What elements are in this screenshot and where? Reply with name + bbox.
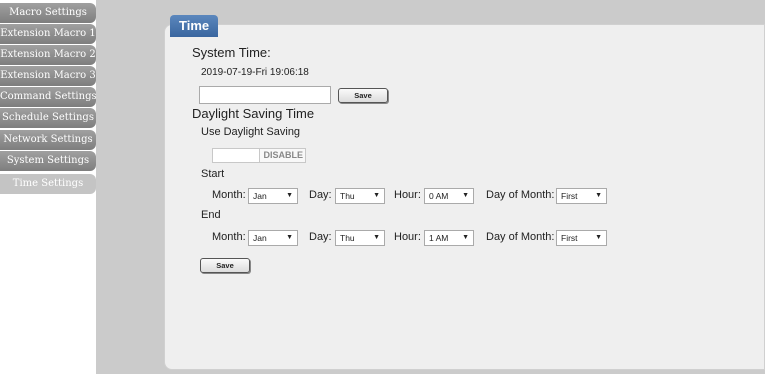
dst-heading: Daylight Saving Time bbox=[192, 106, 315, 121]
sidebar-item-command-settings[interactable]: Command Settings bbox=[0, 87, 96, 107]
dst-toggle-state: DISABLE bbox=[263, 150, 303, 160]
start-hour-value: 0 AM bbox=[429, 191, 449, 201]
start-month-select[interactable]: Jan ▼ bbox=[248, 188, 298, 204]
start-month-value: Jan bbox=[253, 191, 267, 201]
dst-toggle[interactable]: DISABLE bbox=[212, 148, 306, 163]
dst-toggle-knob bbox=[213, 149, 260, 162]
sidebar-item-schedule-settings[interactable]: Schedule Settings bbox=[0, 108, 96, 128]
sidebar-item-extension-macro-1[interactable]: Extension Macro 1 bbox=[0, 24, 96, 44]
end-month-value: Jan bbox=[253, 233, 267, 243]
start-dom-value: First bbox=[561, 191, 578, 201]
start-day-label: Day: bbox=[309, 189, 332, 201]
end-hour-select[interactable]: 1 AM ▼ bbox=[424, 230, 474, 246]
chevron-down-icon: ▼ bbox=[462, 192, 469, 199]
chevron-down-icon: ▼ bbox=[595, 192, 602, 199]
chevron-down-icon: ▼ bbox=[286, 192, 293, 199]
start-month-label: Month: bbox=[212, 189, 246, 201]
start-dom-label: Day of Month: bbox=[486, 189, 555, 201]
sidebar-item-time-settings[interactable]: Time Settings bbox=[0, 174, 96, 194]
end-day-value: Thu bbox=[340, 233, 355, 243]
use-dst-label: Use Daylight Saving bbox=[201, 126, 301, 138]
chevron-down-icon: ▼ bbox=[373, 234, 380, 241]
sidebar-item-network-settings[interactable]: Network Settings bbox=[0, 130, 96, 150]
sidebar-item-system-settings[interactable]: System Settings bbox=[0, 151, 96, 171]
end-day-label: Day: bbox=[309, 231, 332, 243]
start-heading: Start bbox=[201, 168, 225, 180]
save-system-time-button[interactable]: Save bbox=[338, 88, 388, 103]
sidebar: Macro Settings Extension Macro 1 Extensi… bbox=[0, 0, 96, 374]
chevron-down-icon: ▼ bbox=[373, 192, 380, 199]
end-day-select[interactable]: Thu ▼ bbox=[335, 230, 385, 246]
system-time-heading: System Time: bbox=[192, 45, 271, 60]
end-dom-label: Day of Month: bbox=[486, 231, 555, 243]
chevron-down-icon: ▼ bbox=[286, 234, 293, 241]
start-hour-label: Hour: bbox=[394, 189, 421, 201]
end-dom-select[interactable]: First ▼ bbox=[556, 230, 607, 246]
end-hour-label: Hour: bbox=[394, 231, 421, 243]
end-dom-value: First bbox=[561, 233, 578, 243]
sidebar-item-macro-settings[interactable]: Macro Settings bbox=[0, 3, 96, 23]
chevron-down-icon: ▼ bbox=[462, 234, 469, 241]
end-month-select[interactable]: Jan ▼ bbox=[248, 230, 298, 246]
chevron-down-icon: ▼ bbox=[595, 234, 602, 241]
end-heading: End bbox=[201, 209, 221, 221]
start-day-select[interactable]: Thu ▼ bbox=[335, 188, 385, 204]
sidebar-item-extension-macro-3[interactable]: Extension Macro 3 bbox=[0, 66, 96, 86]
sidebar-item-extension-macro-2[interactable]: Extension Macro 2 bbox=[0, 45, 96, 65]
start-hour-select[interactable]: 0 AM ▼ bbox=[424, 188, 474, 204]
end-hour-value: 1 AM bbox=[429, 233, 449, 243]
start-day-value: Thu bbox=[340, 191, 355, 201]
start-dom-select[interactable]: First ▼ bbox=[556, 188, 607, 204]
system-time-value: 2019-07-19-Fri 19:06:18 bbox=[201, 67, 309, 78]
system-time-input[interactable] bbox=[199, 86, 331, 104]
save-dst-button[interactable]: Save bbox=[200, 258, 250, 273]
end-month-label: Month: bbox=[212, 231, 246, 243]
panel-tab-time: Time bbox=[170, 15, 219, 37]
